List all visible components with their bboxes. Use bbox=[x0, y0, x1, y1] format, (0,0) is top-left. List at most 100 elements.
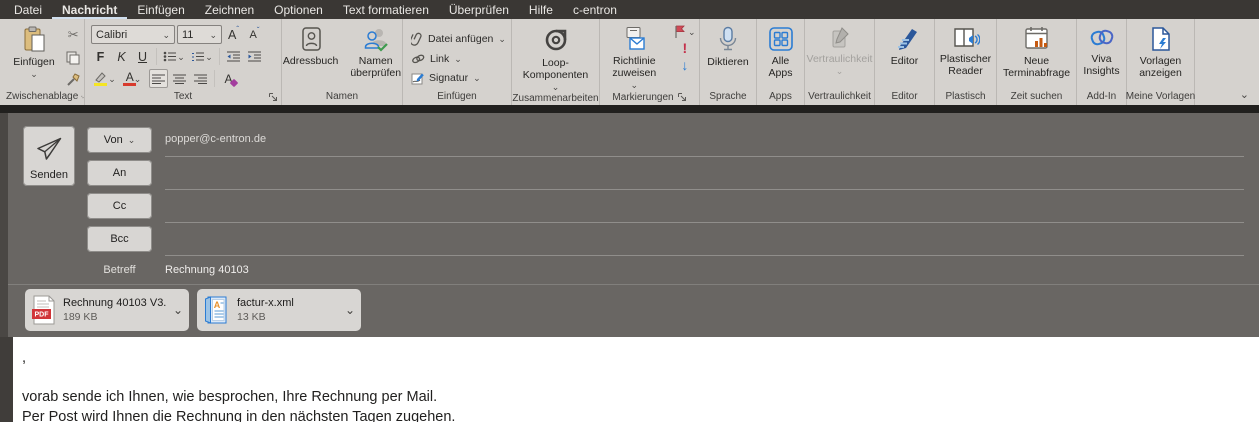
editor-button[interactable]: Editor bbox=[886, 23, 923, 70]
dialog-launcher-icon[interactable] bbox=[677, 92, 687, 102]
from-field-underline bbox=[165, 156, 1244, 157]
message-body[interactable]: , vorab sende ich Ihnen, wie besprochen,… bbox=[0, 337, 1259, 422]
addressbook-button[interactable]: Adressbuch bbox=[278, 23, 343, 70]
templates-icon bbox=[1150, 26, 1172, 52]
dialog-launcher-icon[interactable] bbox=[268, 92, 278, 102]
tab-optionen[interactable]: Optionen bbox=[264, 0, 333, 19]
clipboard-paste-icon bbox=[21, 26, 47, 53]
ribbon-spacer bbox=[1195, 19, 1259, 105]
tab-c-entron[interactable]: c-entron bbox=[563, 0, 627, 19]
tab-einfuegen[interactable]: Einfügen bbox=[127, 0, 194, 19]
collapse-ribbon-icon[interactable]: ⌄ bbox=[1240, 88, 1249, 101]
dialog-launcher-icon[interactable] bbox=[81, 92, 84, 102]
font-name-select[interactable]: Calibri⌄ bbox=[91, 25, 175, 44]
bullets-button[interactable]: ⌄ bbox=[161, 47, 187, 66]
attachment-menu-icon[interactable]: ⌄ bbox=[173, 307, 183, 313]
italic-button[interactable]: K bbox=[112, 47, 131, 66]
attachment-xml[interactable]: A factur-x.xml 13 KB ⌄ bbox=[197, 289, 361, 331]
viva-insights-button[interactable]: Viva Insights bbox=[1077, 23, 1126, 80]
flag-icon bbox=[674, 25, 685, 38]
bold-button[interactable]: F bbox=[91, 47, 110, 66]
from-button[interactable]: Von⌄ bbox=[87, 127, 152, 153]
group-label-text: Text bbox=[85, 89, 281, 105]
grow-font-button[interactable]: Aˆ bbox=[224, 25, 243, 44]
to-button[interactable]: An bbox=[87, 160, 152, 186]
attachment-name: factur-x.xml bbox=[237, 297, 338, 309]
tab-datei[interactable]: Datei bbox=[4, 0, 52, 19]
all-apps-button[interactable]: Alle Apps bbox=[757, 23, 804, 82]
ribbon-tab-bar: Datei Nachricht Einfügen Zeichnen Option… bbox=[0, 0, 1259, 19]
highlight-color-swatch bbox=[94, 83, 107, 86]
to-row: An bbox=[8, 160, 1259, 193]
bullet-list-icon bbox=[163, 51, 177, 62]
attachment-pdf[interactable]: PDF Rechnung 40103 V3.pdf 189 KB ⌄ bbox=[25, 289, 189, 331]
font-color-button[interactable]: A ⌄ bbox=[120, 69, 147, 88]
from-value[interactable]: popper@c-entron.de bbox=[165, 133, 266, 145]
group-label-zeit-suchen: Zeit suchen bbox=[997, 89, 1076, 105]
signature-button[interactable]: Signatur ⌄ bbox=[411, 72, 481, 85]
pdf-file-icon: PDF bbox=[32, 295, 56, 325]
link-button[interactable]: Link ⌄ bbox=[411, 53, 462, 65]
format-painter-button[interactable] bbox=[64, 71, 83, 90]
underline-button[interactable]: U bbox=[133, 47, 152, 66]
cc-button[interactable]: Cc bbox=[87, 193, 152, 219]
group-zeit-suchen: Neue Terminabfrage Zeit suchen bbox=[997, 19, 1077, 105]
high-importance-button[interactable]: ! bbox=[682, 41, 687, 55]
tab-ueberpruefen[interactable]: Überprüfen bbox=[439, 0, 519, 19]
immersive-reader-button[interactable]: Plastischer Reader bbox=[935, 23, 996, 80]
decrease-indent-button[interactable] bbox=[224, 47, 243, 66]
attachment-menu-icon[interactable]: ⌄ bbox=[345, 307, 355, 313]
group-label-vertraulichkeit: Vertraulichkeit bbox=[805, 89, 874, 105]
low-importance-button[interactable]: ↓ bbox=[681, 58, 688, 72]
align-left-button[interactable] bbox=[149, 69, 168, 88]
window-divider bbox=[0, 105, 1259, 113]
bcc-button[interactable]: Bcc bbox=[87, 226, 152, 252]
align-left-icon bbox=[152, 74, 165, 84]
group-namen: Adressbuch Namen überprüfen Namen bbox=[282, 19, 403, 105]
group-add-in: Viva Insights Add-In bbox=[1077, 19, 1127, 105]
numbering-button[interactable]: ⌄ bbox=[189, 47, 215, 66]
dictate-button[interactable]: Diktieren bbox=[702, 23, 753, 71]
group-label-zwischenablage: Zwischenablage bbox=[6, 90, 84, 105]
group-sprache: Diktieren Sprache bbox=[700, 19, 757, 105]
attachment-size: 13 KB bbox=[237, 311, 338, 323]
group-text: Calibri⌄ 11⌄ Aˆ Aˇ F K U bbox=[85, 19, 282, 105]
assign-policy-button[interactable]: Richtlinie zuweisen ⌄ bbox=[600, 23, 669, 91]
attach-file-button[interactable]: Datei anfügen ⌄ bbox=[411, 32, 506, 46]
text-highlight-button[interactable]: ⌄ bbox=[91, 69, 118, 88]
align-center-button[interactable] bbox=[170, 69, 189, 88]
increase-indent-button[interactable] bbox=[245, 47, 264, 66]
cut-button[interactable]: ✂ bbox=[64, 25, 83, 44]
group-label-add-in: Add-In bbox=[1077, 89, 1126, 105]
apps-grid-icon bbox=[768, 26, 794, 52]
clear-formatting-button[interactable]: A bbox=[219, 69, 238, 88]
tab-nachricht[interactable]: Nachricht bbox=[52, 0, 127, 19]
tab-text-formatieren[interactable]: Text formatieren bbox=[333, 0, 439, 19]
group-label-apps: Apps bbox=[757, 89, 804, 105]
loop-components-button[interactable]: Loop-Komponenten ⌄ bbox=[512, 23, 599, 93]
copy-button[interactable] bbox=[64, 48, 83, 67]
check-names-button[interactable]: Namen überprüfen bbox=[345, 23, 406, 82]
bcc-field-underline bbox=[165, 255, 1244, 256]
follow-up-flag-button[interactable]: ⌄ bbox=[674, 25, 696, 38]
new-meeting-poll-button[interactable]: Neue Terminabfrage bbox=[997, 23, 1076, 82]
outdent-icon bbox=[226, 51, 241, 62]
group-markierungen: Richtlinie zuweisen ⌄ ⌄ ! ↓ Mar bbox=[600, 19, 700, 105]
subject-value[interactable]: Rechnung 40103 bbox=[165, 264, 249, 276]
group-zusammenarbeiten: Loop-Komponenten ⌄ Zusammenarbeiten bbox=[512, 19, 600, 105]
svg-text:A: A bbox=[214, 300, 221, 310]
indent-icon bbox=[247, 51, 262, 62]
tab-zeichnen[interactable]: Zeichnen bbox=[195, 0, 264, 19]
tab-hilfe[interactable]: Hilfe bbox=[519, 0, 563, 19]
shrink-font-button[interactable]: Aˇ bbox=[245, 25, 264, 44]
paste-button[interactable]: Einfügen ⌄ bbox=[8, 23, 59, 80]
chevron-down-icon[interactable]: ⌄ bbox=[30, 71, 38, 77]
font-size-select[interactable]: 11⌄ bbox=[177, 25, 222, 44]
svg-text:PDF: PDF bbox=[35, 312, 50, 319]
immersive-reader-icon bbox=[952, 26, 980, 50]
separator bbox=[156, 48, 157, 65]
body-line: vorab sende ich Ihnen, wie besprochen, I… bbox=[22, 387, 1259, 407]
align-right-button[interactable] bbox=[191, 69, 210, 88]
view-templates-button[interactable]: Vorlagen anzeigen bbox=[1127, 23, 1194, 82]
to-field-underline bbox=[165, 189, 1244, 190]
